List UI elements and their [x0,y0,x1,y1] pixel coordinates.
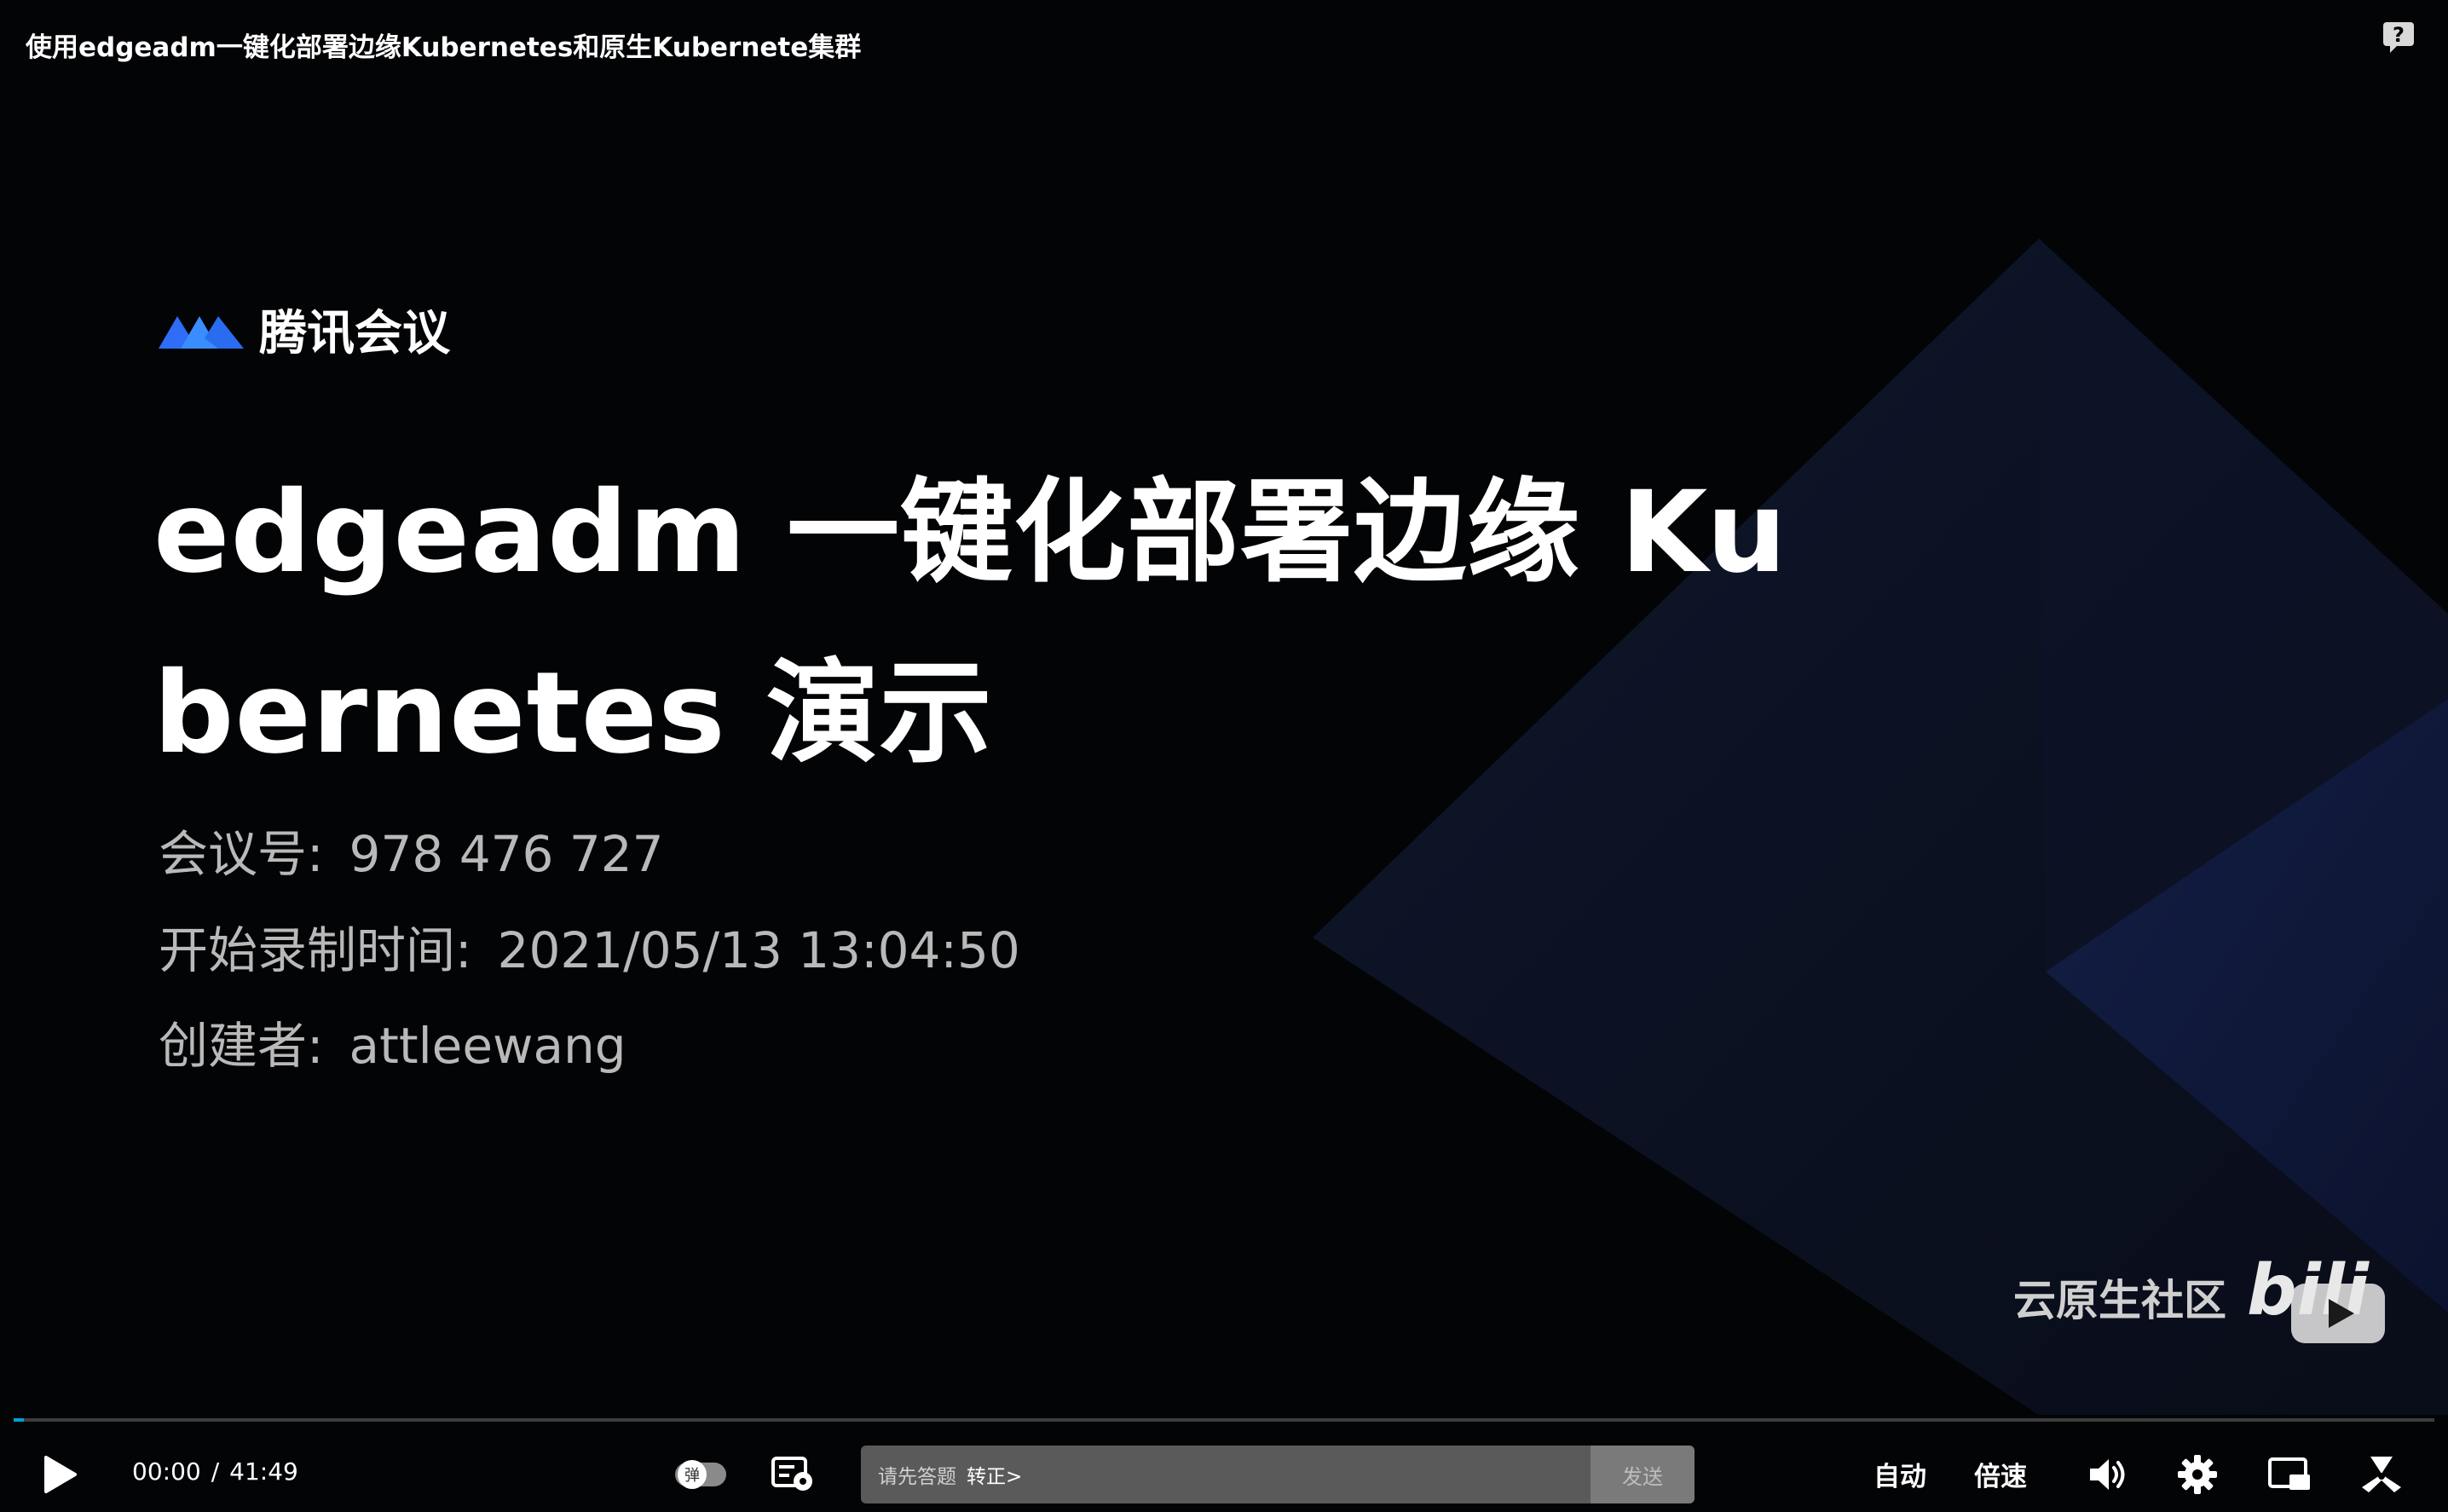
picture-in-picture-button[interactable] [2264,1449,2315,1500]
time-separator: / [211,1457,220,1486]
picture-in-picture-icon [2268,1457,2310,1490]
volume-icon [2090,1459,2125,1490]
send-button[interactable]: 发送 [1591,1446,1695,1503]
watermark-text: 云原生社区 [2013,1276,2226,1325]
progress-bar[interactable] [14,1418,2434,1422]
record-start-row: 开始录制时间: 2021/05/13 13:04:50 [159,910,1020,982]
danmaku-hint: 请先答题 [878,1466,956,1488]
danmaku-settings-icon [771,1457,812,1491]
control-bar: 00:00 / 41:49 弹 请先答题 转正> 发送 自动 倍速 [0,1427,2448,1512]
danmaku-toggle-label: 弹 [684,1467,700,1485]
bilibili-logo-icon: bili [2247,1250,2385,1343]
play-icon [44,1456,77,1493]
channel-watermark: 云原生社区 bili [2013,1246,2409,1348]
danmaku-toggle-switch: 弹 [675,1460,726,1489]
video-player[interactable]: 使用edgeadm一键化部署边缘Kubernetes和原生Kubernete集群… [0,0,2448,1512]
tencent-meeting-brand: 腾讯会议 [155,295,450,364]
slide-headline-line1: edgeadm 一键化部署边缘 Ku [153,467,1787,598]
gear-icon [2178,1455,2217,1494]
time-display: 00:00 / 41:49 [132,1457,298,1486]
duration: 41:49 [229,1457,298,1486]
settings-button[interactable] [2172,1449,2223,1500]
meeting-id-label: 会议号: [159,825,324,883]
video-frame: 腾讯会议 edgeadm 一键化部署边缘 Ku bernetes 演示 会议号:… [0,0,2448,1415]
fullscreen-button[interactable] [2356,1449,2407,1500]
brand-name: 腾讯会议 [259,306,450,361]
creator-value: attleewang [349,1017,626,1075]
meeting-id-row: 会议号: 978 476 727 [159,814,664,886]
slide-headline-line2: bernetes 演示 [153,648,993,779]
danmaku-toggle[interactable]: 弹 [673,1457,728,1492]
record-start-label: 开始录制时间: [159,921,472,979]
creator-row: 创建者: attleewang [159,1006,626,1077]
meeting-id-value: 978 476 727 [349,825,664,883]
quality-button[interactable]: 自动 [1874,1452,1926,1495]
danmaku-settings-button[interactable] [771,1452,815,1495]
play-button[interactable] [34,1449,85,1500]
tencent-meeting-logo-icon [159,315,244,349]
danmaku-input[interactable]: 请先答题 转正> [861,1446,1591,1503]
progress-bar-fill [14,1418,24,1422]
volume-button[interactable] [2081,1449,2133,1500]
danmaku-qualify-link[interactable]: 转正> [967,1460,1022,1489]
creator-label: 创建者: [159,1017,324,1075]
current-time: 00:00 [132,1457,201,1486]
record-start-value: 2021/05/13 13:04:50 [497,921,1020,979]
fullscreen-icon [2362,1457,2401,1492]
speed-button[interactable]: 倍速 [1974,1452,2027,1495]
